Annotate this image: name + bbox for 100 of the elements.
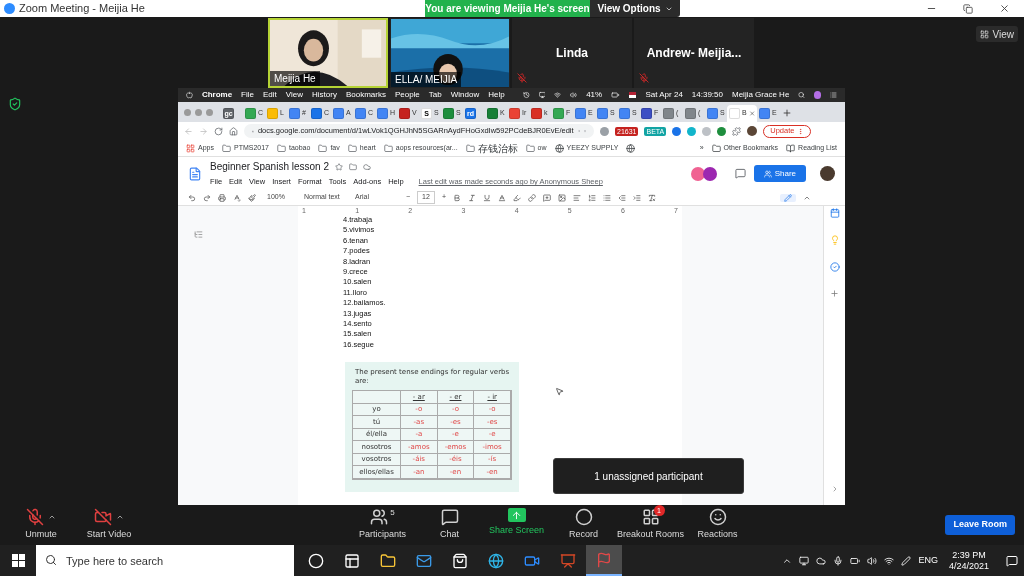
clear-formatting-icon[interactable] bbox=[648, 193, 656, 202]
menu-icon bbox=[830, 91, 837, 99]
battery-icon[interactable] bbox=[850, 555, 861, 566]
viewing-banner: You are viewing Meijia He's screen bbox=[425, 0, 590, 17]
outline-icon[interactable] bbox=[194, 230, 203, 239]
participants-icon bbox=[370, 508, 389, 527]
bookmark[interactable]: 存钱治标 bbox=[465, 140, 518, 156]
input-language[interactable]: ENG bbox=[918, 553, 938, 568]
notifications-icon[interactable] bbox=[1006, 554, 1018, 567]
undo-icon[interactable] bbox=[188, 193, 196, 202]
participant-tile[interactable]: Meijia He bbox=[268, 18, 388, 88]
extension-icon[interactable] bbox=[672, 126, 682, 136]
participant-tile[interactable]: Andrew- Meijia... bbox=[634, 18, 754, 88]
numbered-list-icon[interactable] bbox=[588, 193, 596, 202]
clock-date[interactable]: 4/24/2021 bbox=[948, 560, 989, 572]
menu-item[interactable]: File bbox=[241, 89, 254, 101]
toolbar-button[interactable]: Reactions bbox=[684, 508, 751, 542]
menu-item[interactable]: Bookmarks bbox=[345, 89, 386, 101]
extension-icon[interactable] bbox=[687, 126, 697, 136]
underline-icon[interactable] bbox=[483, 193, 491, 202]
share-button[interactable]: Share bbox=[753, 165, 806, 182]
toolbar-button[interactable]: Start Video bbox=[78, 508, 140, 542]
windows-logo-icon bbox=[11, 554, 25, 567]
align-left-icon[interactable] bbox=[573, 193, 581, 202]
wifi-icon[interactable] bbox=[884, 555, 895, 566]
home-icon[interactable] bbox=[229, 126, 238, 136]
link-icon[interactable] bbox=[528, 193, 536, 202]
device-icon[interactable] bbox=[799, 555, 810, 566]
profile-avatar[interactable] bbox=[747, 126, 758, 136]
restore-icon[interactable] bbox=[963, 3, 973, 14]
comment-icon[interactable] bbox=[734, 168, 746, 179]
menubar-time: 14:39:50 bbox=[691, 89, 723, 101]
collaborator-avatar bbox=[702, 166, 717, 181]
italic-icon[interactable] bbox=[468, 193, 476, 202]
pen-icon[interactable] bbox=[901, 555, 912, 566]
redo-icon[interactable] bbox=[203, 193, 211, 202]
app-menu[interactable]: Chrome bbox=[201, 89, 233, 101]
cloud-icon[interactable] bbox=[816, 555, 827, 566]
participant-name: ELLA/ MEIJIA bbox=[391, 72, 462, 87]
participant-tile[interactable]: ELLA/ MEIJIA bbox=[390, 18, 510, 88]
toolbar-button[interactable]: Chat bbox=[416, 508, 483, 542]
security-shield-icon bbox=[8, 97, 22, 111]
close-icon[interactable] bbox=[999, 3, 1010, 14]
battery-percent: 41% bbox=[586, 89, 603, 101]
task-view-icon bbox=[344, 552, 360, 569]
paint-format-icon[interactable] bbox=[248, 193, 256, 202]
apple-icon[interactable] bbox=[186, 91, 193, 99]
collaborator-avatar bbox=[690, 166, 705, 181]
toolbar-button[interactable]: Share Screen bbox=[483, 508, 550, 542]
spellcheck-icon[interactable] bbox=[233, 193, 241, 202]
add-comment-icon[interactable] bbox=[543, 193, 551, 202]
bold-icon[interactable] bbox=[453, 193, 461, 202]
extension-icon[interactable] bbox=[717, 126, 727, 136]
search-icon bbox=[798, 91, 806, 99]
image-icon[interactable] bbox=[558, 193, 566, 202]
highlight-icon[interactable] bbox=[513, 193, 521, 202]
volume-icon[interactable] bbox=[867, 555, 878, 566]
toolbar-button[interactable]: Unmute bbox=[10, 508, 72, 542]
extensions-icon[interactable] bbox=[732, 126, 742, 136]
indent-increase-icon[interactable] bbox=[633, 193, 641, 202]
cortana-icon bbox=[308, 552, 324, 569]
extension-icon[interactable] bbox=[600, 126, 609, 136]
folder-icon bbox=[380, 552, 396, 569]
new-tab-icon[interactable] bbox=[782, 108, 792, 118]
menu-item[interactable]: Help bbox=[488, 89, 505, 101]
record-icon bbox=[574, 508, 593, 527]
menu-item[interactable]: Tab bbox=[428, 89, 442, 101]
participant-tile[interactable]: Linda bbox=[512, 18, 632, 88]
menu-item[interactable]: History bbox=[312, 89, 337, 101]
folder-icon[interactable] bbox=[349, 162, 357, 171]
taskbar-search-field[interactable]: Type here to search bbox=[36, 545, 294, 576]
star-icon[interactable] bbox=[335, 162, 343, 171]
leave-room-button[interactable]: Leave Room bbox=[945, 515, 1015, 535]
mic-icon[interactable] bbox=[833, 555, 844, 566]
view-options-button[interactable]: View Options bbox=[590, 0, 680, 17]
bulleted-list-icon[interactable] bbox=[603, 193, 611, 202]
menu-item[interactable]: View bbox=[285, 89, 303, 101]
presentation-icon bbox=[560, 552, 576, 569]
history-icon bbox=[522, 91, 530, 99]
clock-time[interactable]: 2:39 PM bbox=[952, 549, 986, 561]
cursor-icon bbox=[555, 387, 564, 396]
tooltip: 1 unassigned participant bbox=[553, 458, 744, 494]
calendar-icon[interactable] bbox=[829, 208, 840, 218]
toolbar-button[interactable]: Record bbox=[550, 508, 617, 542]
editing-mode-button[interactable] bbox=[780, 193, 796, 202]
menu-item[interactable]: Edit bbox=[263, 89, 277, 101]
tasks-icon[interactable] bbox=[829, 262, 840, 272]
toolbar-button[interactable]: 5 Participants bbox=[349, 508, 416, 542]
print-icon[interactable] bbox=[218, 193, 226, 202]
text-color-icon[interactable] bbox=[498, 193, 506, 202]
menu-item[interactable]: Window bbox=[450, 89, 480, 101]
add-icon[interactable] bbox=[830, 289, 839, 298]
view-button[interactable]: View bbox=[975, 26, 1018, 42]
menu-item[interactable]: People bbox=[394, 89, 420, 101]
account-avatar[interactable] bbox=[820, 166, 835, 181]
indent-decrease-icon[interactable] bbox=[618, 193, 626, 202]
document-title[interactable]: Beginner Spanish lesson 2 bbox=[210, 159, 329, 175]
reload-icon[interactable] bbox=[214, 126, 223, 136]
folder-icon bbox=[383, 143, 393, 153]
bookmark[interactable] bbox=[626, 143, 636, 153]
